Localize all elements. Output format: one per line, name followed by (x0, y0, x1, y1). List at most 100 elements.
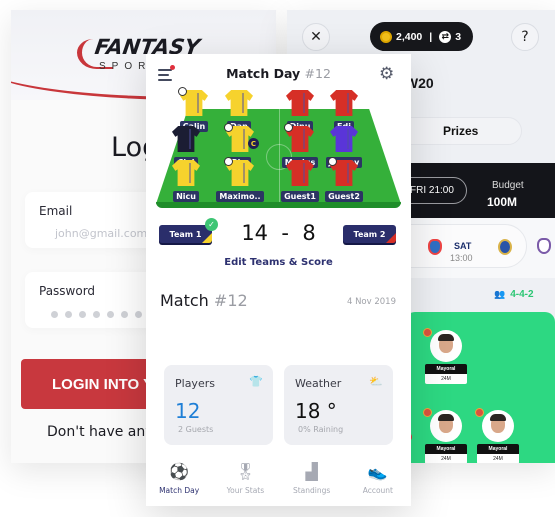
player-name: Maximo.. (216, 191, 264, 202)
nav-label: Account (362, 486, 394, 495)
player-avatar (482, 410, 514, 442)
help-icon: ? (521, 29, 529, 45)
players-count: 12 (175, 399, 201, 423)
password-dot (93, 311, 100, 318)
budget-value: 100M (487, 195, 518, 209)
player-token[interactable]: Guest2 (318, 157, 370, 204)
players-card[interactable]: Players 👕 12 2 Guests (164, 365, 273, 445)
jersey-icon (172, 126, 200, 152)
player-token[interactable]: Nicu (160, 160, 212, 204)
getafe-crest-icon (498, 239, 512, 255)
jersey-icon (330, 90, 358, 116)
team2-label: Team 2 (353, 229, 386, 239)
fixture-day: SAT (454, 241, 472, 251)
gear-icon[interactable]: ⚙ (379, 64, 394, 84)
title-number: #12 (304, 66, 331, 81)
player-name: Mayoral (477, 444, 519, 454)
nav-label: Standings (292, 486, 331, 495)
nav-item-match-day[interactable]: ⚽ Match Day (146, 462, 212, 506)
match-day-screen: Match Day #12 ⚙ CalinDanDinuEdiCipiBbxCM… (146, 54, 411, 506)
weather-card-title: Weather (295, 377, 342, 390)
goal-ball-icon (224, 157, 233, 166)
jersey-icon (286, 160, 314, 186)
goal-ball-icon (328, 157, 337, 166)
goal-ball-icon (178, 87, 187, 96)
stage: FANTASY SPORT Log Email john@gmail.com P… (0, 0, 555, 517)
formation-value: 4-4-2 (510, 289, 534, 300)
temperature: 18 ° (295, 399, 337, 423)
coin-balance: 2,400 (396, 30, 423, 43)
players-card-title: Players (175, 377, 215, 390)
password-dot (51, 311, 58, 318)
nav-item-account[interactable]: 👟 Account (345, 462, 411, 506)
nav-item-your-stats[interactable]: 🎖 Your Stats (212, 462, 278, 506)
budget-label: Budget (492, 180, 524, 191)
partly-cloudy-icon: ⛅ (369, 375, 383, 388)
medal-icon: 🎖 (235, 462, 256, 481)
team2-tag[interactable]: Team 2 (343, 225, 396, 243)
player-name: Guest1 (281, 191, 319, 202)
nav-label: Your Stats (226, 486, 265, 495)
formation[interactable]: 👥 4-4-2 (494, 289, 534, 300)
captain-badge: C (248, 138, 259, 149)
guests-count: 2 Guests (178, 425, 214, 434)
transfer-icon: ⇄ (439, 30, 452, 43)
jersey-icon (286, 90, 314, 116)
jersey-icon (225, 90, 253, 116)
jersey-icon (172, 160, 200, 186)
edit-teams-link[interactable]: Edit Teams & Score (146, 257, 411, 268)
player-price: 24M (477, 454, 519, 463)
player-name: Guest2 (325, 191, 363, 202)
player-card[interactable]: Mayoral 24M (475, 408, 519, 463)
balance-pill: 2,400 | ⇄ 3 (370, 22, 473, 51)
rain-chance: 0% Raining (298, 425, 344, 434)
goal-ball-icon (224, 123, 233, 132)
player-avatar (430, 330, 462, 362)
boot-icon: 👟 (367, 462, 388, 481)
password-dot (79, 311, 86, 318)
player-name: Mayoral (425, 364, 467, 374)
phone-header: Match Day #12 ⚙ (146, 54, 411, 90)
soccer-ball-icon: ⚽ (169, 462, 190, 481)
nav-item-standings[interactable]: ▟ Standings (279, 462, 345, 506)
goal-ball-icon (284, 123, 293, 132)
transfer-count: 3 (455, 30, 462, 43)
team2-color-corner (386, 233, 396, 243)
help-button[interactable]: ? (511, 23, 539, 51)
jersey-icon (330, 126, 358, 152)
password-dot (65, 311, 72, 318)
player-price: 24M (425, 374, 467, 384)
nav-label: Match Day (159, 486, 200, 495)
pill-separator: | (429, 30, 433, 43)
formation-icon: 👥 (494, 289, 506, 300)
password-dot (121, 311, 128, 318)
match-number: #12 (213, 291, 248, 310)
player-card[interactable]: Mayoral 24M (423, 408, 467, 463)
espanyol-crest-icon (428, 239, 442, 255)
title-text: Match Day (226, 66, 301, 81)
fixture-hour: 13:00 (450, 253, 473, 263)
player-name: Nicu (173, 191, 199, 202)
weather-card[interactable]: Weather ⛅ 18 ° 0% Raining (284, 365, 393, 445)
coin-icon (380, 30, 392, 43)
right-pitch: Mayoral 24M Mayoral 24M Mayoral 24M (405, 312, 555, 463)
eibar-crest-icon (537, 238, 551, 254)
screen-title: Match Day #12 (146, 66, 411, 81)
password-label: Password (39, 284, 96, 298)
shirt-icon: 👕 (249, 375, 263, 388)
email-label: Email (39, 204, 73, 218)
club-badge-icon (475, 408, 484, 417)
bottom-nav: ⚽ Match Day 🎖 Your Stats ▟ Standings 👟 Account (146, 462, 411, 506)
match-date: 4 Nov 2019 (346, 297, 396, 307)
player-card[interactable]: Mayoral 24M (423, 328, 467, 384)
password-dot (107, 311, 114, 318)
player-token[interactable]: Maximo.. (214, 157, 266, 204)
password-dot (135, 311, 142, 318)
email-placeholder: john@gmail.com (55, 227, 148, 240)
player-price: 24M (425, 454, 467, 463)
club-badge-icon (423, 328, 432, 337)
close-button[interactable]: ✕ (302, 23, 330, 51)
password-dots (51, 311, 142, 318)
club-badge-icon (423, 408, 432, 417)
tab-prizes[interactable]: Prizes (443, 124, 478, 138)
